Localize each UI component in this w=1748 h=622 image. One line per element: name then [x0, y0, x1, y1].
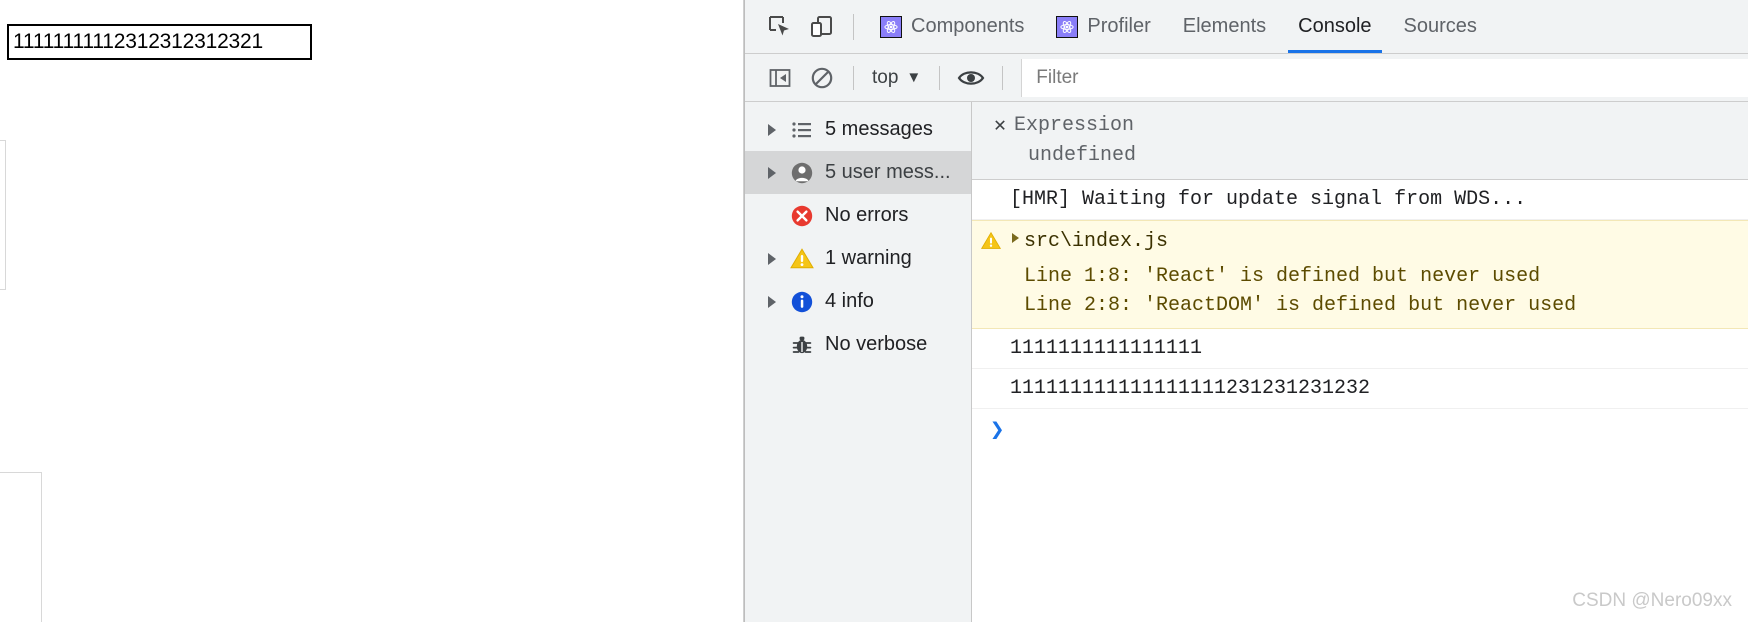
warning-detail-line: Line 2:8: 'ReactDOM' is defined but neve… [1024, 294, 1577, 317]
console-prompt-row[interactable]: ❯ [972, 409, 1748, 451]
console-sidebar: 5 messages 5 user mess... No errors 1 wa… [745, 102, 972, 622]
execution-context-select[interactable]: top ▼ [864, 63, 929, 93]
page-decoration-left-bottom [0, 472, 42, 622]
tab-label: Elements [1182, 15, 1267, 37]
error-icon [783, 203, 821, 229]
device-toolbar-icon[interactable] [801, 6, 843, 48]
page-text-input[interactable] [7, 24, 312, 60]
sidebar-item-label: 4 info [825, 290, 874, 312]
sidebar-item-messages[interactable]: 5 messages [745, 108, 971, 151]
sidebar-item-verbose[interactable]: No verbose [745, 323, 971, 366]
react-atom-icon [880, 15, 902, 38]
sidebar-item-warnings[interactable]: 1 warning [745, 237, 971, 280]
watermark: CSDN @Nero09xx [1572, 590, 1732, 611]
console-message-log[interactable]: 111111111111111111231231231232 [972, 369, 1748, 409]
live-expression-value: undefined [1028, 144, 1137, 167]
expand-caret-icon[interactable] [1006, 227, 1024, 243]
show-console-sidebar-icon[interactable] [759, 57, 801, 99]
sidebar-item-label: 1 warning [825, 247, 912, 269]
page-decoration-left-top [0, 140, 6, 290]
sidebar-item-info[interactable]: 4 info [745, 280, 971, 323]
warning-file-name[interactable]: src\index.js [1024, 227, 1168, 256]
sidebar-item-user-messages[interactable]: 5 user mess... [745, 151, 971, 194]
live-expression-name[interactable]: Expression [1014, 114, 1134, 137]
devtools-screenshot: Components Profiler Elements Console [0, 0, 1748, 622]
warning-detail-line: Line 1:8: 'React' is defined but never u… [1024, 265, 1541, 288]
warning-icon [980, 227, 1006, 262]
console-filter-bar: top ▼ [745, 54, 1748, 102]
user-icon [783, 160, 821, 186]
clear-console-icon[interactable] [801, 57, 843, 99]
expand-caret-icon[interactable] [761, 166, 783, 179]
filter-input[interactable] [1021, 58, 1748, 97]
devtools-panel: Components Profiler Elements Console Sou… [744, 0, 1748, 622]
execution-context-label: top [872, 66, 899, 88]
filterbar-divider [1002, 65, 1004, 90]
tab-label: Sources [1403, 15, 1477, 37]
toolbar-divider [853, 13, 854, 40]
tab-profiler[interactable]: Profiler [1040, 0, 1166, 53]
console-message-warning[interactable]: src\index.js Line 1:8: 'React' is define… [972, 220, 1748, 329]
console-message-info[interactable]: [HMR] Waiting for update signal from WDS… [972, 180, 1748, 220]
sidebar-item-label: 5 messages [825, 118, 933, 140]
warning-header[interactable]: src\index.js [972, 227, 1748, 262]
list-icon [783, 118, 821, 142]
tab-label: Console [1298, 15, 1372, 37]
warning-icon [783, 246, 821, 272]
verbose-bug-icon [783, 333, 821, 357]
prompt-caret-icon: ❯ [990, 418, 1005, 445]
expand-caret-icon[interactable] [761, 295, 783, 308]
close-icon[interactable]: ✕ [986, 112, 1014, 138]
sidebar-item-label: No errors [825, 204, 909, 226]
sidebar-item-label: No verbose [825, 333, 928, 355]
react-atom-icon [1056, 15, 1079, 38]
filterbar-divider [939, 65, 941, 90]
tab-console[interactable]: Console [1282, 0, 1387, 53]
expand-caret-icon[interactable] [761, 252, 783, 265]
live-expression-eye-icon[interactable] [950, 57, 992, 99]
web-page-pane [0, 0, 744, 622]
devtools-tabstrip: Components Profiler Elements Console Sou… [745, 0, 1748, 54]
tab-components[interactable]: Components [864, 0, 1040, 53]
filterbar-divider [853, 65, 854, 90]
live-expression-panel: ✕ Expression undefined [972, 102, 1748, 180]
live-expression-header: ✕ Expression [972, 110, 1748, 140]
chevron-down-icon: ▼ [906, 69, 922, 86]
console-body: 5 messages 5 user mess... No errors 1 wa… [745, 102, 1748, 622]
console-message-log[interactable]: 1111111111111111 [972, 329, 1748, 369]
tab-elements[interactable]: Elements [1167, 0, 1282, 53]
info-icon [783, 289, 821, 315]
tab-label: Components [911, 15, 1025, 37]
sidebar-item-label: 5 user mess... [825, 161, 951, 183]
console-output-area: ✕ Expression undefined [HMR] Waiting for… [972, 102, 1748, 622]
sidebar-item-errors[interactable]: No errors [745, 194, 971, 237]
tab-sources[interactable]: Sources [1388, 0, 1493, 53]
inspect-cursor-icon[interactable] [759, 6, 801, 48]
expand-caret-icon[interactable] [761, 123, 783, 136]
tab-label: Profiler [1087, 15, 1151, 37]
